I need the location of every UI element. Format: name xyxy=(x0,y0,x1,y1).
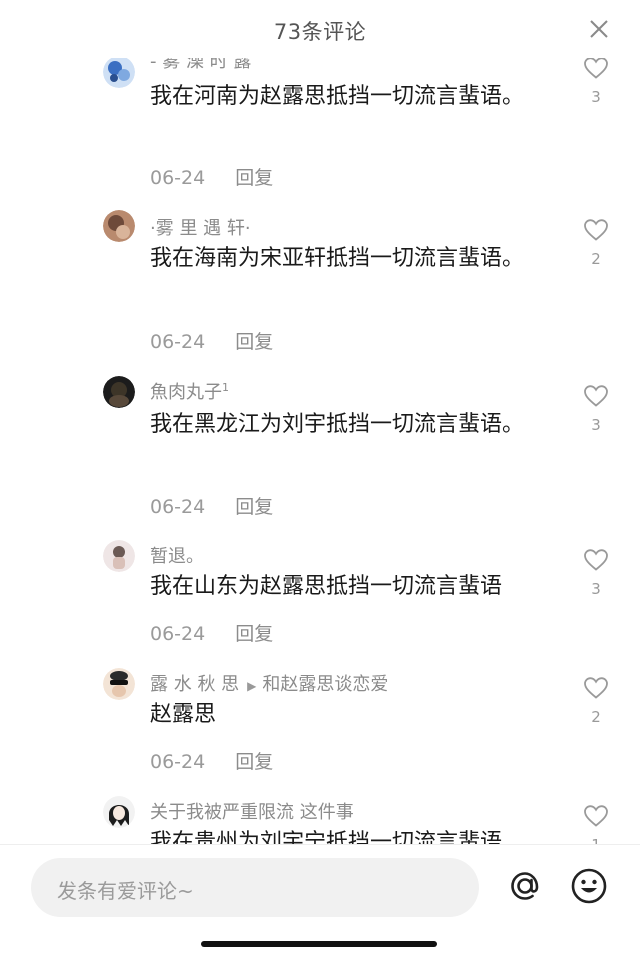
like-button[interactable]: 2 xyxy=(582,676,610,726)
comment-date: 06-24 xyxy=(150,331,206,353)
comment-username[interactable]: 魚肉丸子1 xyxy=(150,378,229,404)
heart-outline-icon xyxy=(584,219,608,241)
like-count: 3 xyxy=(591,416,601,434)
like-count: 3 xyxy=(591,580,601,598)
like-count: 2 xyxy=(591,708,601,726)
comment-text: 我在黑龙江为刘宇抵挡一切流言蜚语。 xyxy=(150,412,525,437)
comment-date: 06-24 xyxy=(150,751,206,773)
reply-button[interactable]: 回复 xyxy=(235,751,273,773)
like-count: 2 xyxy=(591,250,601,268)
comment-input-placeholder: 发条有爱评论~ xyxy=(57,879,194,903)
comment-username-text: 魚肉丸子 xyxy=(150,382,222,403)
heart-outline-icon xyxy=(584,385,608,407)
comment-meta: 06-24 回复 xyxy=(150,747,273,774)
close-icon[interactable] xyxy=(588,18,610,40)
reply-button[interactable]: 回复 xyxy=(235,331,273,353)
comment-text: 我在河南为赵露思抵挡一切流言蜚语。 xyxy=(150,84,525,109)
comment-username[interactable]: 关于我被严重限流 这件事 xyxy=(150,798,354,824)
comment-date: 06-24 xyxy=(150,496,206,518)
avatar[interactable] xyxy=(103,210,135,242)
comment-username-text: 露 水 秋 思 xyxy=(150,674,240,695)
user-badge: 1 xyxy=(222,381,229,394)
like-button[interactable]: 3 xyxy=(582,58,610,106)
comment-text: 我在海南为宋亚轩抵挡一切流言蜚语。 xyxy=(150,246,525,271)
reply-button[interactable]: 回复 xyxy=(235,496,273,518)
comment-date: 06-24 xyxy=(150,167,206,189)
reply-to-username[interactable]: 和赵露思谈恋爱 xyxy=(262,674,388,695)
like-button[interactable]: 1 xyxy=(582,804,610,844)
at-icon[interactable] xyxy=(507,868,543,904)
home-indicator xyxy=(201,941,437,947)
comment-text: 赵露思 xyxy=(150,702,217,727)
like-count: 3 xyxy=(591,88,601,106)
comment-meta: 06-24 回复 xyxy=(150,163,273,190)
like-button[interactable]: 3 xyxy=(582,384,610,434)
avatar[interactable] xyxy=(103,540,135,572)
avatar[interactable] xyxy=(103,58,135,88)
like-button[interactable]: 2 xyxy=(582,218,610,268)
comment-username[interactable]: 露 水 秋 思 ▶ 和赵露思谈恋爱 xyxy=(150,670,388,696)
comment-list[interactable]: - 雾 澡 时 露 我在河南为赵露思抵挡一切流言蜚语。 06-24 回复 3 ·雾… xyxy=(0,58,640,844)
heart-outline-icon xyxy=(584,805,608,827)
like-button[interactable]: 3 xyxy=(582,548,610,598)
comment-username[interactable]: 暂退。 xyxy=(150,542,204,568)
comment-input[interactable]: 发条有爱评论~ xyxy=(31,858,479,917)
comment-username[interactable]: - 雾 澡 时 露 xyxy=(150,58,251,73)
smiley-icon[interactable] xyxy=(570,867,608,905)
comment-date: 06-24 xyxy=(150,623,206,645)
avatar[interactable] xyxy=(103,668,135,700)
like-count: 1 xyxy=(582,836,610,844)
comment-count-title: 73条评论 xyxy=(273,20,367,44)
comment-text: 我在山东为赵露思抵挡一切流言蜚语 xyxy=(150,574,503,599)
heart-outline-icon xyxy=(584,677,608,699)
reply-button[interactable]: 回复 xyxy=(235,623,273,645)
comment-meta: 06-24 回复 xyxy=(150,619,273,646)
avatar[interactable] xyxy=(103,376,135,408)
comments-header: 73条评论 xyxy=(0,0,640,58)
comment-username[interactable]: ·雾 里 遇 轩· xyxy=(150,214,251,240)
comment-meta: 06-24 回复 xyxy=(150,492,273,519)
comment-input-bar: 发条有爱评论~ xyxy=(0,845,640,956)
comment-text: 我在贵州为刘宇宁抵挡一切流言蜚语 xyxy=(150,830,503,844)
comment-meta: 06-24 回复 xyxy=(150,327,273,354)
heart-outline-icon xyxy=(584,549,608,571)
avatar[interactable] xyxy=(103,796,135,828)
play-arrow-icon: ▶ xyxy=(247,679,257,693)
heart-outline-icon xyxy=(584,58,608,79)
reply-button[interactable]: 回复 xyxy=(235,167,273,189)
